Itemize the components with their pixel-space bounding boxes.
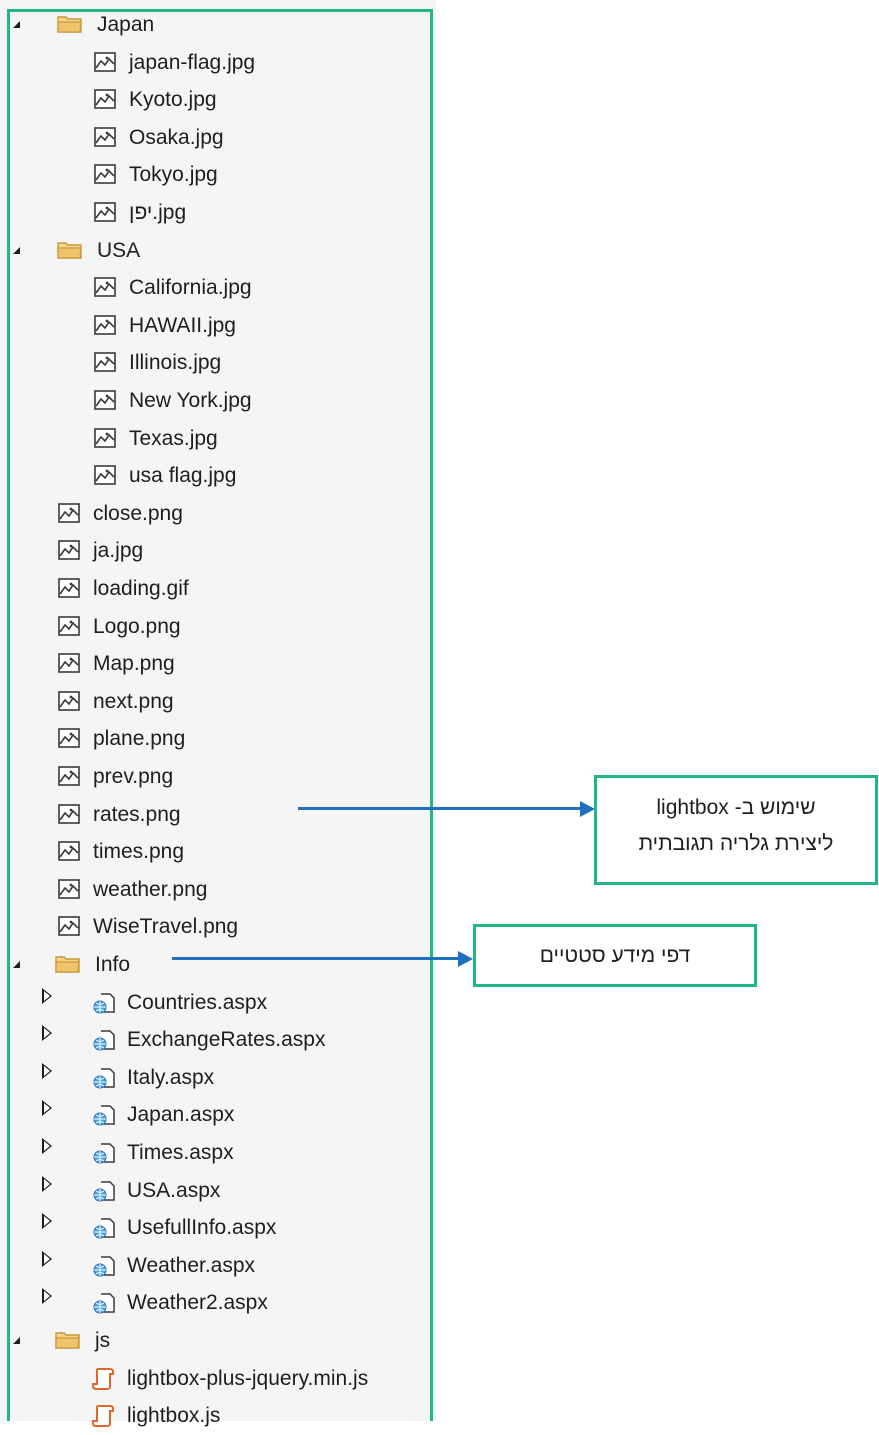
js-callout-line2: ליצירת גלריה תגובתית xyxy=(638,832,834,855)
js-arrow-line xyxy=(298,807,583,810)
js-arrow-head xyxy=(580,801,595,817)
info-callout-text: דפי מידע סטטיים xyxy=(539,944,691,967)
highlight-border xyxy=(7,9,433,1421)
info-arrow-line xyxy=(172,957,462,960)
info-arrow-head xyxy=(458,951,473,967)
info-callout: דפי מידע סטטיים xyxy=(473,924,757,987)
js-callout-line1: שימוש ב- lightbox xyxy=(656,796,816,819)
solution-explorer-tree: Japan japan-flag.jpg Kyoto.jpg Osaka.jpg Tok… xyxy=(0,0,436,1428)
js-callout: שימוש ב- lightbox ליצירת גלריה תגובתית xyxy=(594,775,878,885)
